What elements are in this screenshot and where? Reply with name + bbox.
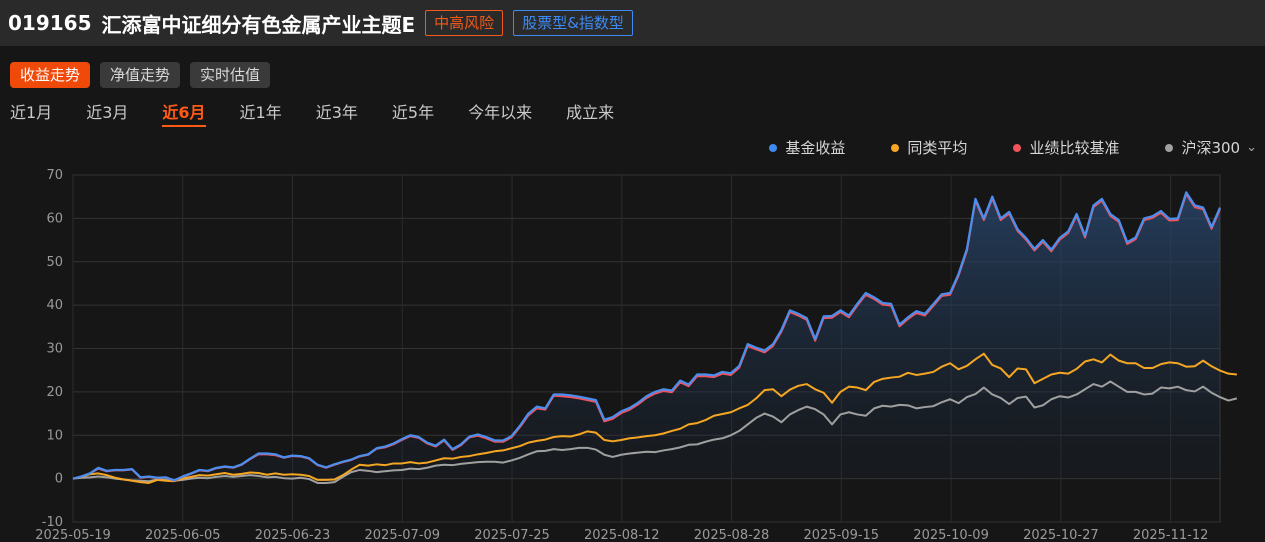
period-3y[interactable]: 近3年 bbox=[316, 101, 358, 127]
legend-csi300[interactable]: 沪深300 ⌄ bbox=[1165, 137, 1257, 158]
chart-legend: 基金收益 同类平均 业绩比较基准 沪深300 ⌄ bbox=[769, 137, 1257, 158]
tab-realtime-estimate[interactable]: 实时估值 bbox=[190, 62, 271, 88]
x-tick-label: 2025-07-25 bbox=[474, 528, 550, 542]
fund-header: 019165 汇添富中证细分有色金属产业主题E 中高风险 股票型&指数型 bbox=[0, 0, 1265, 46]
legend-benchmark[interactable]: 业绩比较基准 bbox=[1013, 137, 1119, 158]
period-3m[interactable]: 近3月 bbox=[86, 101, 128, 127]
period-1y[interactable]: 近1年 bbox=[240, 101, 282, 127]
x-tick-label: 2025-05-19 bbox=[35, 528, 111, 542]
tab-return-trend[interactable]: 收益走势 bbox=[10, 62, 91, 88]
legend-dot-icon bbox=[769, 143, 778, 152]
y-tick-label: 60 bbox=[46, 211, 63, 226]
y-tick-label: 0 bbox=[55, 472, 63, 487]
chart-mode-tabs: 收益走势 净值走势 实时估值 bbox=[10, 62, 271, 88]
legend-dot-icon bbox=[1165, 143, 1174, 152]
chevron-down-icon[interactable]: ⌄ bbox=[1246, 140, 1257, 155]
fund-type-badge: 股票型&指数型 bbox=[513, 10, 633, 36]
y-tick-label: 20 bbox=[46, 385, 63, 400]
y-tick-label: 10 bbox=[46, 428, 63, 443]
period-ytd[interactable]: 今年以来 bbox=[468, 101, 532, 127]
x-tick-label: 2025-06-05 bbox=[145, 528, 221, 542]
period-selector: 近1月 近3月 近6月 近1年 近3年 近5年 今年以来 成立来 bbox=[10, 101, 648, 127]
y-tick-label: 30 bbox=[46, 342, 63, 357]
period-since-inception[interactable]: 成立来 bbox=[566, 101, 614, 127]
period-5y[interactable]: 近5年 bbox=[392, 101, 434, 127]
x-tick-label: 2025-06-23 bbox=[255, 528, 331, 542]
x-tick-label: 2025-10-27 bbox=[1023, 528, 1099, 542]
y-tick-label: 40 bbox=[46, 298, 63, 313]
legend-label: 沪深300 bbox=[1181, 139, 1241, 157]
legend-label: 业绩比较基准 bbox=[1029, 139, 1120, 157]
tab-nav-trend[interactable]: 净值走势 bbox=[100, 62, 181, 88]
x-tick-label: 2025-09-15 bbox=[804, 528, 880, 542]
y-tick-label: 50 bbox=[46, 255, 63, 270]
x-tick-label: 2025-08-28 bbox=[694, 528, 770, 542]
x-tick-label: 2025-11-12 bbox=[1133, 528, 1209, 542]
legend-fund-return[interactable]: 基金收益 bbox=[769, 137, 845, 158]
legend-label: 同类平均 bbox=[907, 139, 968, 157]
period-6m[interactable]: 近6月 bbox=[162, 101, 206, 127]
period-1m[interactable]: 近1月 bbox=[10, 101, 52, 127]
legend-label: 基金收益 bbox=[785, 139, 846, 157]
legend-category-average[interactable]: 同类平均 bbox=[891, 137, 967, 158]
risk-level-badge: 中高风险 bbox=[425, 10, 504, 36]
fund-code: 019165 bbox=[8, 11, 92, 35]
fund-return-area bbox=[73, 192, 1220, 481]
legend-dot-icon bbox=[1013, 143, 1022, 152]
x-tick-label: 2025-10-09 bbox=[913, 528, 989, 542]
y-tick-label: 70 bbox=[46, 168, 63, 183]
x-tick-label: 2025-07-09 bbox=[365, 528, 441, 542]
return-chart: -100102030405060702025-05-19 2025-06-05 20… bbox=[35, 168, 1238, 542]
fund-name: 汇添富中证细分有色金属产业主题E bbox=[101, 12, 416, 37]
legend-dot-icon bbox=[891, 143, 900, 152]
x-tick-label: 2025-08-12 bbox=[584, 528, 660, 542]
